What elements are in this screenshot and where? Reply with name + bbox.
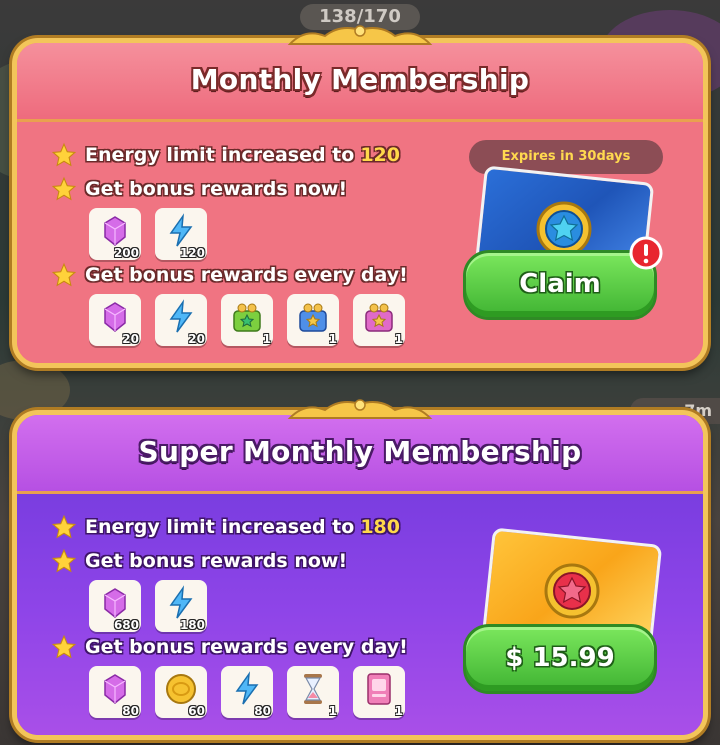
reward-item: 20	[89, 294, 141, 346]
perk-bonus-now: Get bonus rewards now!	[51, 548, 347, 574]
reward-item: 1	[287, 666, 339, 718]
reward-count: 80	[122, 704, 139, 718]
green-chest-icon	[233, 303, 261, 332]
perk-bonus-now: Get bonus rewards now!	[51, 176, 347, 202]
reward-item: 1	[353, 294, 405, 346]
perk-energy-limit: Energy limit increased to 120	[51, 142, 400, 168]
medal-icon	[544, 563, 600, 619]
reward-count: 200	[113, 246, 139, 260]
panel-title: Monthly Membership	[190, 63, 530, 96]
gem-icon	[104, 674, 126, 704]
reward-item: 80	[89, 666, 141, 718]
reward-count: 20	[122, 332, 139, 346]
reward-item: 1	[221, 294, 273, 346]
super-monthly-membership-panel: Super Monthly Membership Energy limit in…	[12, 410, 708, 740]
coin-icon	[166, 674, 196, 704]
reward-count: 120	[179, 246, 205, 260]
crown-ornament-icon	[287, 399, 433, 419]
reward-item: 680	[89, 580, 141, 632]
now-rewards-row: 200 120	[89, 208, 207, 260]
panel-header: Monthly Membership	[17, 43, 703, 119]
star-icon	[51, 262, 77, 287]
perk-text: Energy limit increased to	[85, 144, 355, 166]
perk-text: Get bonus rewards every day!	[85, 636, 408, 658]
perk-text: Energy limit increased to	[85, 516, 355, 538]
claim-button[interactable]: Claim	[463, 250, 657, 320]
reward-count: 1	[262, 332, 271, 346]
gem-icon	[104, 588, 126, 618]
star-icon	[51, 176, 77, 201]
perk-text: Get bonus rewards now!	[85, 550, 348, 572]
panel-body: Energy limit increased to 180 Get bonus …	[17, 491, 703, 735]
reward-count: 1	[328, 332, 337, 346]
hourglass-icon	[304, 674, 322, 704]
daily-rewards-row: 20 20 1 1 1	[89, 294, 405, 346]
reward-item: 200	[89, 208, 141, 260]
reward-count: 1	[328, 704, 337, 718]
reward-count: 180	[179, 618, 205, 632]
energy-icon	[169, 299, 193, 333]
reward-count: 680	[113, 618, 139, 632]
reward-count: 1	[394, 704, 403, 718]
reward-item: 80	[221, 666, 273, 718]
pink-chest-icon	[365, 303, 393, 332]
reward-item: 20	[155, 294, 207, 346]
now-rewards-row: 680 180	[89, 580, 207, 632]
perk-text: Get bonus rewards every day!	[85, 264, 408, 286]
gem-icon	[104, 216, 126, 246]
gem-icon	[104, 302, 126, 332]
reward-count: 60	[188, 704, 205, 718]
star-icon	[51, 548, 77, 573]
star-icon	[51, 514, 77, 539]
purchase-button[interactable]: $ 15.99	[463, 624, 657, 694]
energy-icon	[169, 213, 193, 247]
panel-body: Energy limit increased to 120 Get bonus …	[17, 119, 703, 363]
crown-ornament-icon	[287, 25, 433, 45]
energy-icon	[235, 671, 259, 705]
perk-value: 120	[360, 144, 400, 166]
reward-item: 1	[353, 666, 405, 718]
panel-header: Super Monthly Membership	[17, 415, 703, 491]
reward-item: 180	[155, 580, 207, 632]
perk-energy-limit: Energy limit increased to 180	[51, 514, 400, 540]
perk-value: 180	[360, 516, 400, 538]
energy-icon	[169, 585, 193, 619]
reward-count: 80	[254, 704, 271, 718]
star-icon	[51, 634, 77, 659]
star-icon	[51, 142, 77, 167]
reward-item: 120	[155, 208, 207, 260]
card-icon	[367, 673, 391, 705]
panel-title: Super Monthly Membership	[138, 435, 582, 468]
reward-count: 1	[394, 332, 403, 346]
daily-rewards-row: 80 60 80 1 1	[89, 666, 405, 718]
perk-text: Get bonus rewards now!	[85, 178, 348, 200]
monthly-membership-panel: Monthly Membership Energy limit increase…	[12, 38, 708, 368]
alert-badge-icon	[629, 236, 663, 270]
perk-bonus-daily: Get bonus rewards every day!	[51, 262, 408, 288]
blue-chest-icon	[299, 303, 327, 332]
reward-item: 1	[287, 294, 339, 346]
perk-bonus-daily: Get bonus rewards every day!	[51, 634, 408, 660]
reward-item: 60	[155, 666, 207, 718]
reward-count: 20	[188, 332, 205, 346]
